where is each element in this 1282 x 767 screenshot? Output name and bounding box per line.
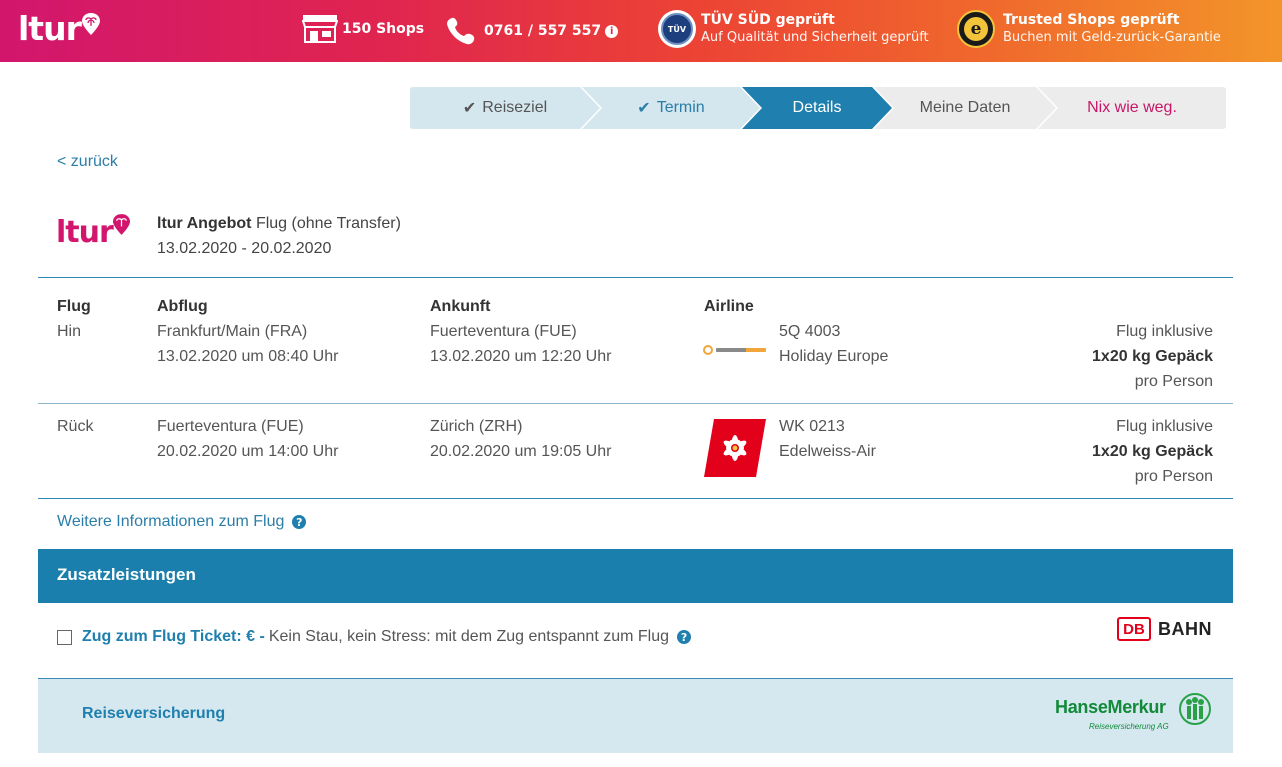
phone-number: 0761 / 557 557	[484, 23, 602, 39]
col-header-flug: Flug	[57, 298, 91, 315]
step-termin[interactable]: ✔ Termin	[582, 87, 760, 129]
flight-number: 5Q 4003	[779, 323, 841, 340]
col-header-abflug: Abflug	[157, 298, 208, 315]
trusted-subtitle: Buchen mit Geld-zurück-Garantie	[1003, 30, 1221, 45]
offer-title-rest: Flug (ohne Transfer)	[251, 215, 401, 232]
trusted-title: Trusted Shops geprüft	[1003, 12, 1180, 28]
db-mark: DB	[1117, 617, 1151, 641]
logo-text: ltur	[18, 9, 82, 48]
info-icon[interactable]: i	[605, 24, 619, 38]
step-label: Meine Daten	[919, 99, 1011, 116]
back-link[interactable]: < zurück	[57, 153, 118, 171]
step-label: Nix wie weg.	[1087, 99, 1177, 116]
divider	[38, 277, 1233, 278]
offer-logo: ltur	[56, 214, 130, 248]
shop-icon	[302, 15, 338, 43]
step-label: Details	[792, 99, 842, 116]
insurance-section[interactable]: Reiseversicherung HanseMerkur Reiseversi…	[38, 678, 1233, 753]
col-header-airline: Airline	[704, 298, 754, 315]
arrival-time: 20.02.2020 um 19:05 Uhr	[430, 443, 612, 460]
offer-title-bold: ltur Angebot	[157, 215, 252, 232]
arrival-time: 13.02.2020 um 12:20 Uhr	[430, 348, 612, 365]
direction: Rück	[57, 418, 94, 435]
step-details[interactable]: Details	[742, 87, 892, 129]
zug-zum-flug-description: Kein Stau, kein Stress: mit dem Zug ents…	[268, 628, 670, 645]
trusted-shops-seal-icon: e	[957, 10, 995, 48]
hansemerkur-subtitle: Reiseversicherung AG	[1089, 722, 1169, 731]
direction: Hin	[57, 323, 82, 340]
departure-airport: Fuerteventura (FUE)	[157, 418, 304, 435]
step-label: Reiseziel	[482, 99, 548, 116]
departure-time: 20.02.2020 um 14:00 Uhr	[157, 443, 339, 460]
step-nix-wie-weg[interactable]: Nix wie weg.	[1038, 87, 1226, 129]
hansemerkur-text: HanseMerkur	[1055, 697, 1166, 717]
per-person: pro Person	[1134, 373, 1213, 390]
offer-dates: 13.02.2020 - 20.02.2020	[157, 240, 332, 257]
flight-inclusive: Flug inklusive	[1116, 418, 1213, 435]
db-text: BAHN	[1158, 618, 1212, 639]
zug-zum-flug-link[interactable]: Zug zum Flug Ticket: € -	[82, 628, 265, 646]
divider	[38, 403, 1233, 404]
extras-section-header: Zusatzleistungen	[38, 549, 1233, 603]
step-meine-daten[interactable]: Meine Daten	[874, 87, 1056, 129]
phone-link[interactable]: 0761 / 557 557 i	[446, 16, 619, 46]
flight-number: WK 0213	[779, 418, 845, 435]
db-bahn-logo: DB BAHN	[1117, 617, 1212, 641]
baggage: 1x20 kg Gepäck	[1092, 443, 1213, 460]
baggage: 1x20 kg Gepäck	[1092, 348, 1213, 365]
extras-title: Zusatzleistungen	[57, 565, 196, 584]
check-icon: ✔	[462, 100, 477, 117]
ltur-logo[interactable]: ltur	[18, 12, 100, 45]
departure-airport: Frankfurt/Main (FRA)	[157, 323, 308, 340]
help-icon[interactable]: ?	[677, 630, 692, 644]
step-reiseziel[interactable]: ✔ Reiseziel	[410, 87, 600, 129]
tuev-title: TÜV SÜD geprüft	[701, 12, 835, 28]
site-header: ltur 150 Shops 0761 / 557 557 i TÜV TÜV …	[0, 0, 1282, 62]
help-icon[interactable]: ?	[292, 515, 307, 529]
check-icon: ✔	[637, 100, 651, 117]
hansemerkur-logo: HanseMerkur Reiseversicherung AG	[1055, 693, 1211, 731]
step-label: Termin	[656, 99, 705, 116]
holiday-europe-logo	[703, 345, 766, 355]
tuev-badge[interactable]: TÜV TÜV SÜD geprüft Auf Qualität und Sic…	[658, 10, 929, 48]
departure-time: 13.02.2020 um 08:40 Uhr	[157, 348, 339, 365]
trusted-shops-badge[interactable]: e Trusted Shops geprüft Buchen mit Geld-…	[957, 10, 1221, 48]
booking-steps: ✔ Reiseziel ✔ Termin Details Meine Daten…	[410, 87, 1226, 129]
palm-pin-icon	[112, 214, 130, 235]
zug-zum-flug-option: Zug zum Flug Ticket: € - Kein Stau, kein…	[57, 628, 692, 646]
airline-name: Edelweiss-Air	[779, 443, 876, 460]
airline-name: Holiday Europe	[779, 348, 889, 365]
divider	[38, 498, 1233, 499]
more-flight-info-link[interactable]: Weitere Informationen zum Flug ?	[57, 513, 307, 531]
phone-icon	[447, 17, 475, 45]
zug-zum-flug-checkbox[interactable]	[57, 629, 72, 645]
col-header-ankunft: Ankunft	[430, 298, 491, 315]
tuev-subtitle: Auf Qualität und Sicherheit geprüft	[701, 30, 929, 45]
insurance-label: Reiseversicherung	[82, 705, 226, 722]
arrival-airport: Zürich (ZRH)	[430, 418, 523, 435]
shops-label: 150 Shops	[342, 21, 425, 37]
edelweiss-logo	[704, 419, 766, 477]
more-info-label: Weitere Informationen zum Flug	[57, 513, 285, 530]
arrival-airport: Fuerteventura (FUE)	[430, 323, 577, 340]
hansemerkur-people-icon	[1179, 693, 1211, 725]
palm-pin-icon	[81, 13, 100, 35]
offer-title: ltur Angebot Flug (ohne Transfer)	[157, 215, 401, 233]
offer-logo-text: ltur	[56, 215, 114, 250]
per-person: pro Person	[1134, 468, 1213, 485]
sun-icon	[703, 345, 713, 355]
flight-inclusive: Flug inklusive	[1116, 323, 1213, 340]
shops-link[interactable]: 150 Shops	[302, 14, 424, 44]
tuev-seal-icon: TÜV	[658, 10, 696, 48]
